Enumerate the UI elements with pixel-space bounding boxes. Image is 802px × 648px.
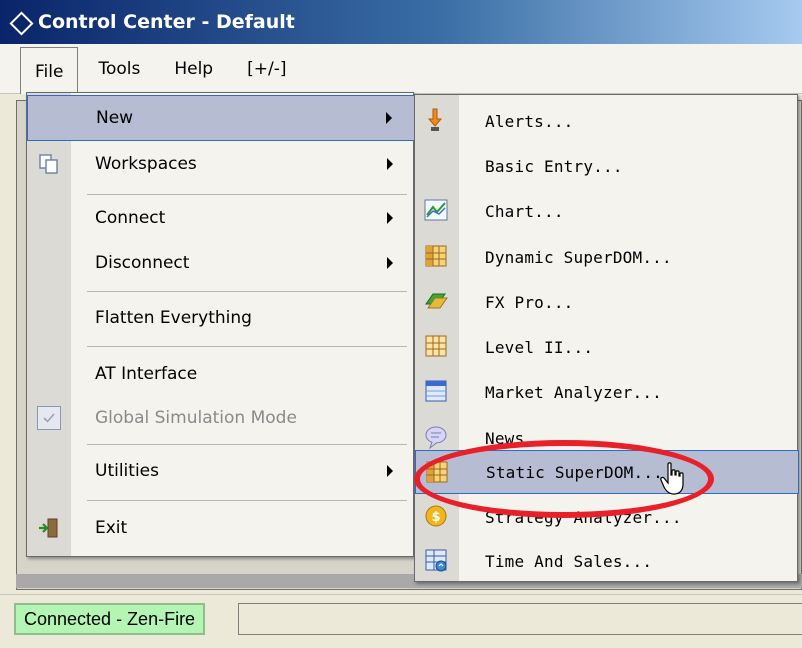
market-analyzer-icon <box>423 378 449 404</box>
submenu-basic-entry-label: Basic Entry... <box>485 156 623 176</box>
submenu-chart-label: Chart... <box>485 201 564 221</box>
submenu-market-analyzer[interactable]: Market Analyzer... <box>415 370 799 414</box>
submenu-arrow-icon <box>386 112 392 124</box>
file-menu-utilities[interactable]: Utilities <box>27 448 415 494</box>
submenu-time-and-sales[interactable]: Time And Sales... <box>415 539 799 583</box>
menu-separator <box>87 444 407 445</box>
file-menu-workspaces[interactable]: Workspaces <box>27 141 415 187</box>
status-bar: Connected - Zen-Fire <box>0 594 802 648</box>
svg-text:$: $ <box>431 510 440 525</box>
menu-file-label: File <box>35 62 64 82</box>
file-menu-disconnect-label: Disconnect <box>95 253 190 273</box>
file-menu: New Workspaces Connect Disconnect Flatte… <box>26 92 415 557</box>
file-menu-at-interface[interactable]: AT Interface <box>27 351 415 397</box>
file-menu-connect[interactable]: Connect <box>27 195 415 241</box>
exit-door-icon <box>37 516 61 540</box>
file-menu-at-interface-label: AT Interface <box>95 364 198 384</box>
submenu-alerts-label: Alerts... <box>485 111 574 131</box>
strategy-analyzer-coin-icon: $ <box>423 503 449 529</box>
alert-hand-icon <box>423 107 449 133</box>
file-menu-connect-label: Connect <box>95 208 166 228</box>
submenu-dynamic-superdom-label: Dynamic SuperDOM... <box>485 247 672 267</box>
file-menu-disconnect[interactable]: Disconnect <box>27 240 415 286</box>
submenu-level-ii[interactable]: Level II... <box>415 325 799 369</box>
status-bar-panel <box>238 603 802 635</box>
level-ii-grid-icon <box>423 333 449 359</box>
connection-status: Connected - Zen-Fire <box>14 603 206 635</box>
submenu-basic-entry[interactable]: Basic Entry... <box>415 144 799 188</box>
control-center-window: Control Center - Default File Tools Help… <box>0 0 802 648</box>
superdom-grid-icon <box>423 243 449 269</box>
file-menu-global-simulation-mode: Global Simulation Mode <box>27 395 415 441</box>
submenu-dynamic-superdom[interactable]: Dynamic SuperDOM... <box>415 235 799 279</box>
menu-separator <box>87 346 407 347</box>
submenu-arrow-icon <box>387 212 393 224</box>
file-menu-flatten-everything[interactable]: Flatten Everything <box>27 295 415 341</box>
chart-icon <box>423 197 449 223</box>
menu-tools-label: Tools <box>98 58 141 79</box>
checkmark-icon <box>37 406 61 430</box>
submenu-fx-pro[interactable]: FX Pro... <box>415 280 799 324</box>
menu-tools[interactable]: Tools <box>84 47 154 91</box>
menu-bar: File Tools Help [+/-] <box>0 44 802 97</box>
submenu-level-ii-label: Level II... <box>485 337 594 357</box>
news-bubble-icon <box>423 424 449 450</box>
copy-pages-icon <box>37 152 61 176</box>
menu-help-label: Help <box>174 58 214 79</box>
submenu-arrow-icon <box>387 257 393 269</box>
menu-help[interactable]: Help <box>160 47 227 91</box>
menu-expand-collapse[interactable]: [+/-] <box>233 47 300 91</box>
file-menu-flatten-label: Flatten Everything <box>95 308 252 328</box>
title-bar[interactable]: Control Center - Default <box>0 0 802 44</box>
submenu-alerts[interactable]: Alerts... <box>415 99 799 143</box>
mouse-pointer-icon <box>660 462 686 498</box>
file-menu-new[interactable]: New <box>27 95 415 141</box>
file-menu-global-simulation-label: Global Simulation Mode <box>95 408 297 428</box>
menu-separator <box>87 291 407 292</box>
file-menu-utilities-label: Utilities <box>95 461 159 481</box>
menu-separator <box>87 500 407 501</box>
file-menu-new-label: New <box>96 108 134 128</box>
app-diamond-icon <box>10 12 30 32</box>
submenu-arrow-icon <box>387 158 393 170</box>
file-menu-workspaces-label: Workspaces <box>95 154 197 174</box>
time-and-sales-icon <box>423 547 449 573</box>
submenu-chart[interactable]: Chart... <box>415 189 799 233</box>
window-title: Control Center - Default <box>38 11 295 33</box>
file-menu-exit[interactable]: Exit <box>27 505 415 551</box>
submenu-fx-pro-label: FX Pro... <box>485 292 574 312</box>
menu-file[interactable]: File <box>20 46 79 97</box>
fx-pro-icon <box>423 288 449 314</box>
file-menu-exit-label: Exit <box>95 518 128 538</box>
submenu-arrow-icon <box>387 465 393 477</box>
menu-expand-collapse-label: [+/-] <box>247 58 287 79</box>
submenu-time-and-sales-label: Time And Sales... <box>485 551 653 571</box>
submenu-market-analyzer-label: Market Analyzer... <box>485 382 662 402</box>
